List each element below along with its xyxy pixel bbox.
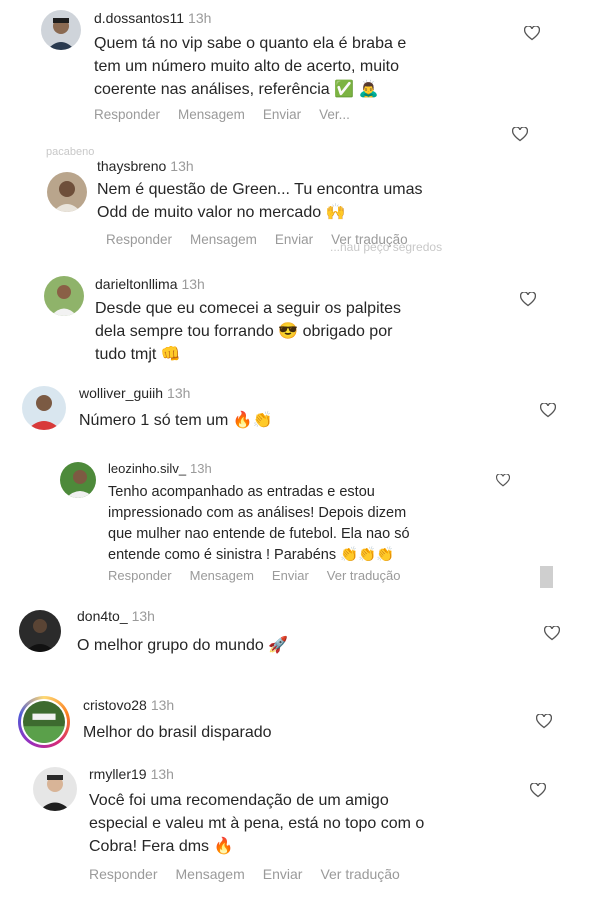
comment-text: Melhor do brasil disparado <box>83 721 513 744</box>
scroll-indicator <box>540 566 553 588</box>
message-button[interactable]: Mensagem <box>178 107 245 122</box>
timestamp: 13h <box>181 276 205 292</box>
story-ring-avatar[interactable] <box>18 696 70 748</box>
send-button[interactable]: Enviar <box>263 866 303 882</box>
heart-icon[interactable] <box>530 783 546 798</box>
reply-button[interactable]: Responder <box>94 107 160 122</box>
comment-line: O melhor grupo do mundo 🚀 <box>77 637 289 654</box>
comment-text: O melhor grupo do mundo 🚀 <box>77 634 507 657</box>
reply-button[interactable]: Responder <box>89 866 158 882</box>
comment-text: Quem tá no vip sabe o quanto ela é braba… <box>94 32 534 101</box>
send-button[interactable]: Enviar <box>272 568 309 583</box>
comment-line: tudo tmjt 👊 <box>95 346 181 363</box>
avatar[interactable] <box>44 276 84 316</box>
comment-line: Nem é questão de Green... Tu encontra um… <box>97 181 423 198</box>
translate-button[interactable]: Ver tradução <box>320 866 399 882</box>
comment-line: Melhor do brasil disparado <box>83 724 272 741</box>
avatar[interactable] <box>33 767 77 811</box>
message-button[interactable]: Mensagem <box>190 232 257 247</box>
comment-actions: Responder Mensagem Enviar Ver tradução <box>106 232 426 247</box>
comment-line: Tenho acompanhado as entradas e estou <box>108 484 375 500</box>
comment-line: impressionado com as análises! Depois di… <box>108 505 407 521</box>
comment-line: especial e valeu mt à pena, está no topo… <box>89 815 425 832</box>
comment-line: coerente nas análises, referência ✅ 🙇‍♂️ <box>94 81 379 98</box>
username[interactable]: cristovo28 <box>83 697 147 713</box>
username[interactable]: thaysbreno <box>97 158 166 174</box>
translate-button[interactable]: Ver tradução <box>331 232 408 247</box>
comment-text: Nem é questão de Green... Tu encontra um… <box>97 178 527 224</box>
comment-actions: Responder Mensagem Enviar Ver tradução <box>108 568 419 583</box>
translate-button[interactable]: Ver... <box>319 107 350 122</box>
comment-actions: Responder Mensagem Enviar Ver... <box>94 107 368 122</box>
heart-icon[interactable] <box>520 292 536 307</box>
avatar[interactable] <box>41 10 81 50</box>
username[interactable]: rmyller19 <box>89 766 147 782</box>
comment-actions: Responder Mensagem Enviar Ver tradução <box>89 866 418 882</box>
timestamp: 13h <box>167 385 191 401</box>
avatar[interactable] <box>60 462 96 498</box>
heart-icon[interactable] <box>524 26 540 41</box>
comment-line: que mulher nao entende de futebol. Ela n… <box>108 526 410 542</box>
heart-icon[interactable] <box>512 127 528 142</box>
timestamp: 13h <box>150 766 174 782</box>
username[interactable]: darieltonllima <box>95 276 177 292</box>
username[interactable]: wolliver_guiih <box>79 385 163 401</box>
reply-button[interactable]: Responder <box>106 232 172 247</box>
timestamp: 13h <box>170 158 194 174</box>
reply-button[interactable]: Responder <box>108 568 172 583</box>
heart-icon[interactable] <box>536 714 552 729</box>
comment-text: Desde que eu comecei a seguir os palpite… <box>95 297 525 366</box>
comment-text: Tenho acompanhado as entradas e estou im… <box>108 482 528 566</box>
message-button[interactable]: Mensagem <box>176 866 245 882</box>
avatar[interactable] <box>22 386 66 430</box>
comment-text: Você foi uma recomendação de um amigo es… <box>89 789 539 858</box>
heart-icon[interactable] <box>540 403 556 418</box>
username[interactable]: d.dossantos11 <box>94 10 184 26</box>
username[interactable]: don4to_ <box>77 608 128 624</box>
comment-line: Você foi uma recomendação de um amigo <box>89 792 389 809</box>
message-button[interactable]: Mensagem <box>190 568 254 583</box>
timestamp: 13h <box>131 608 155 624</box>
comment-line: Quem tá no vip sabe o quanto ela é braba… <box>94 35 407 52</box>
heart-icon[interactable] <box>496 474 510 487</box>
translate-button[interactable]: Ver tradução <box>327 568 401 583</box>
avatar[interactable] <box>47 172 87 212</box>
username[interactable]: leozinho.silv_ <box>108 461 186 476</box>
comment-line: entende como é sinistra ! Parabéns 👏👏👏 <box>108 547 395 563</box>
send-button[interactable]: Enviar <box>263 107 301 122</box>
comment-line: dela sempre tou forrando 😎 obrigado por <box>95 323 393 340</box>
comment-line: Número 1 só tem um 🔥👏 <box>79 412 273 429</box>
comment-line: Cobra! Fera dms 🔥 <box>89 838 234 855</box>
ghost-text-top: pacabeno <box>46 146 95 158</box>
timestamp: 13h <box>150 697 175 713</box>
avatar[interactable] <box>19 610 61 652</box>
heart-icon[interactable] <box>544 626 560 641</box>
comment-line: Desde que eu comecei a seguir os palpite… <box>95 300 401 317</box>
send-button[interactable]: Enviar <box>275 232 313 247</box>
timestamp: 13h <box>190 461 212 476</box>
comment-line: Odd de muito valor no mercado 🙌 <box>97 204 346 221</box>
comment-text: Número 1 só tem um 🔥👏 <box>79 409 509 432</box>
comment-line: tem um número muito alto de acerto, muit… <box>94 58 400 75</box>
timestamp: 13h <box>188 10 212 26</box>
